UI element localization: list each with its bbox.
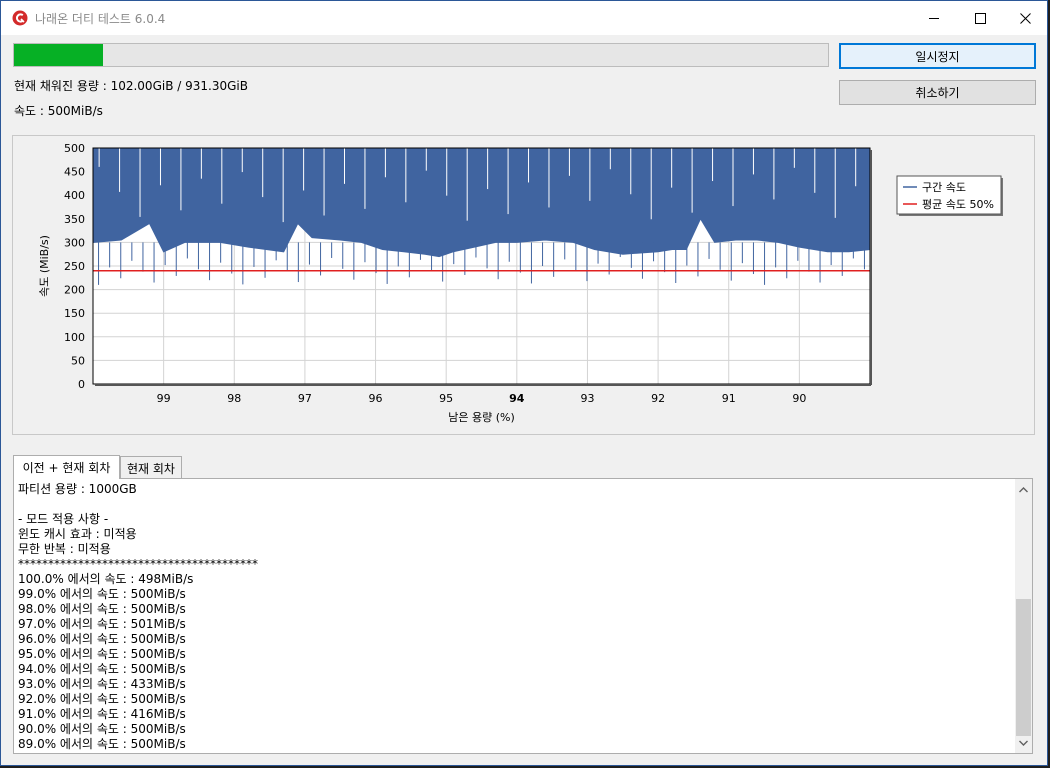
pause-button[interactable]: 일시정지	[839, 43, 1036, 69]
x-tick-label: 99	[157, 392, 171, 405]
speed-chart: 0 50 100 150 200 250 300 350 400 450 500 99 98 97 96 95…	[38, 142, 1003, 424]
chevron-down-icon	[1019, 740, 1028, 746]
y-tick-label: 450	[64, 166, 85, 179]
cancel-button[interactable]: 취소하기	[839, 80, 1036, 105]
log-line: 98.0% 에서의 속도 : 500MiB/s	[18, 602, 186, 616]
x-tick-label: 90	[792, 392, 806, 405]
filled-capacity-text: 현재 채워진 용량 : 102.00GiB / 931.30GiB	[14, 79, 248, 93]
y-tick-label: 100	[64, 331, 85, 344]
log-scrollbar[interactable]	[1015, 479, 1032, 753]
log-line: 95.0% 에서의 속도 : 500MiB/s	[18, 647, 186, 661]
y-tick-label: 400	[64, 189, 85, 202]
log-line: 윈도 캐시 효과 : 미적용	[18, 527, 137, 541]
x-tick-label: 96	[369, 392, 383, 405]
scroll-up-button[interactable]	[1015, 481, 1032, 498]
log-line: 92.0% 에서의 속도 : 500MiB/s	[18, 692, 186, 706]
maximize-icon	[974, 12, 986, 24]
x-tick-label: 98	[227, 392, 241, 405]
x-axis-label: 남은 용량 (%)	[448, 411, 515, 424]
x-tick-label: 95	[439, 392, 453, 405]
y-tick-label: 350	[64, 213, 85, 226]
log-textbox[interactable]: 파티션 용량 : 1000GB - 모드 적용 사항 - 윈도 캐시 효과 : 미적…	[13, 478, 1033, 754]
log-line: - 모드 적용 사항 -	[18, 512, 109, 526]
log-line: 91.0% 에서의 속도 : 416MiB/s	[18, 707, 186, 721]
maximize-button[interactable]	[957, 1, 1003, 35]
main-window: 나래온 더티 테스트 6.0.4 일시정지 취소하기 현재 채워진 용량 : 1…	[0, 0, 1048, 766]
y-tick-label: 200	[64, 284, 85, 297]
x-tick-label: 94	[509, 392, 525, 405]
log-line: 94.0% 에서의 속도 : 500MiB/s	[18, 662, 186, 676]
x-tick-label: 92	[651, 392, 665, 405]
scroll-down-button[interactable]	[1015, 734, 1032, 751]
log-lines: 파티션 용량 : 1000GB - 모드 적용 사항 - 윈도 캐시 효과 : 미적…	[18, 482, 1012, 752]
close-icon	[1019, 12, 1031, 24]
speed-chart-panel: 0 50 100 150 200 250 300 350 400 450 500 99 98 97 96 95…	[12, 135, 1035, 435]
close-button[interactable]	[1002, 1, 1048, 35]
y-tick-label: 150	[64, 307, 85, 320]
y-tick-label: 500	[64, 142, 85, 155]
y-tick-label: 0	[78, 378, 85, 391]
log-line: 96.0% 에서의 속도 : 500MiB/s	[18, 632, 186, 646]
fill-progress-bar	[13, 43, 829, 67]
log-line: 99.0% 에서의 속도 : 500MiB/s	[18, 587, 186, 601]
legend-label: 구간 속도	[922, 181, 966, 194]
y-tick-label: 250	[64, 260, 85, 273]
log-line: 97.0% 에서의 속도 : 501MiB/s	[18, 617, 186, 631]
minimize-button[interactable]	[911, 1, 957, 35]
log-line: ****************************************	[18, 557, 258, 571]
speed-text: 속도 : 500MiB/s	[14, 104, 103, 118]
y-tick-label: 50	[71, 354, 85, 367]
y-axis-label: 속도 (MiB/s)	[38, 235, 51, 297]
log-line: 파티션 용량 : 1000GB	[18, 482, 137, 496]
log-line: 100.0% 에서의 속도 : 498MiB/s	[18, 572, 194, 586]
log-line: 90.0% 에서의 속도 : 500MiB/s	[18, 722, 186, 736]
x-tick-label: 91	[722, 392, 736, 405]
app-logo-icon	[12, 10, 28, 26]
chevron-up-icon	[1019, 486, 1028, 492]
minimize-icon	[929, 18, 939, 19]
log-line: 89.0% 에서의 속도 : 500MiB/s	[18, 737, 186, 751]
log-line: 93.0% 에서의 속도 : 433MiB/s	[18, 677, 186, 691]
x-tick-label: 97	[298, 392, 312, 405]
title-bar: 나래온 더티 테스트 6.0.4	[1, 1, 1047, 35]
progress-fill	[14, 44, 104, 66]
tab-current[interactable]: 현재 회차	[120, 456, 182, 479]
scroll-thumb[interactable]	[1016, 599, 1031, 736]
y-tick-label: 300	[64, 236, 85, 249]
log-line: 무한 반복 : 미적용	[18, 542, 111, 556]
tab-previous-current[interactable]: 이전 + 현재 회차	[13, 455, 120, 479]
chart-legend: 구간 속도평균 속도 50%	[896, 175, 1003, 216]
legend-label: 평균 속도 50%	[922, 198, 994, 211]
window-title: 나래온 더티 테스트 6.0.4	[35, 12, 166, 26]
x-tick-label: 93	[580, 392, 594, 405]
